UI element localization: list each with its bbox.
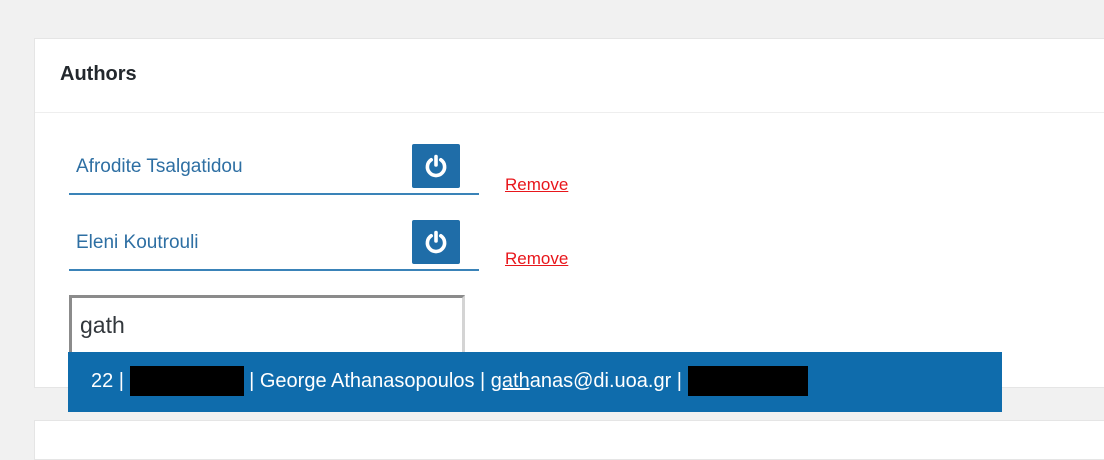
suggestion-email-rest: anas@di.uoa.gr (529, 369, 672, 392)
panel-header: Authors (35, 39, 1104, 113)
next-panel (34, 420, 1104, 460)
suggestion-email-match: gath (490, 369, 530, 392)
power-icon (425, 154, 447, 178)
remove-author-link[interactable]: Remove (505, 175, 568, 195)
redacted-field (687, 366, 808, 396)
redacted-field (129, 366, 244, 396)
author-name: Afrodite Tsalgatidou (76, 156, 243, 177)
panel-title: Authors (60, 63, 137, 85)
suggestion-id: 22 | (91, 369, 130, 392)
suggestion-separator: | (474, 369, 491, 392)
suggestion-separator: | (243, 369, 260, 392)
remove-author-link[interactable]: Remove (505, 249, 568, 269)
author-name: Eleni Koutrouli (76, 232, 199, 253)
authors-panel: Authors Afrodite Tsalgatidou Remove Elen… (34, 38, 1104, 388)
power-icon (425, 230, 447, 254)
autocomplete-dropdown: 22 | | George Athanasopoulos | gath anas@… (68, 352, 1002, 412)
author-search-input[interactable] (69, 295, 465, 353)
author-row: Afrodite Tsalgatidou (69, 141, 479, 195)
author-row: Eleni Koutrouli (69, 217, 479, 271)
author-power-button[interactable] (412, 144, 460, 188)
suggestion-name: George Athanasopoulos (259, 369, 475, 392)
author-power-button[interactable] (412, 220, 460, 264)
suggestion-separator: | (671, 369, 688, 392)
autocomplete-suggestion[interactable]: 22 | | George Athanasopoulos | gath anas@… (68, 356, 1002, 406)
